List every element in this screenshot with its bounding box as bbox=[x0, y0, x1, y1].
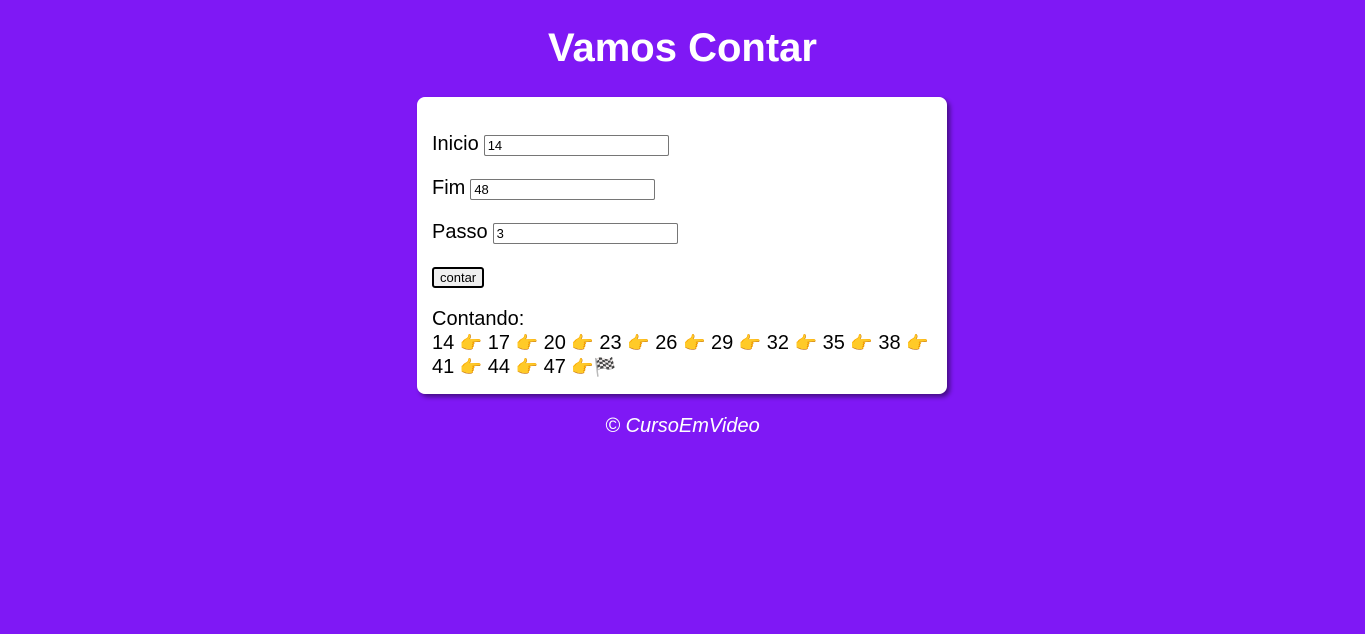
count-value: 29 bbox=[710, 332, 734, 354]
fim-label: Fim bbox=[432, 176, 466, 199]
fim-input[interactable] bbox=[470, 179, 656, 200]
finger-pointing-right-icon: 👉 bbox=[515, 333, 539, 353]
passo-label: Passo bbox=[432, 220, 488, 243]
count-sequence: 14 👉 17 👉 20 👉 23 👉 26 👉 29 👉 32 👉 35 👉 … bbox=[432, 331, 932, 379]
count-value: 26 bbox=[655, 332, 678, 354]
count-value: 14 bbox=[432, 332, 455, 354]
inicio-input[interactable] bbox=[483, 135, 669, 156]
count-value: 44 bbox=[487, 356, 511, 378]
counter-card: Inicio Fim Passo contar Contando: 14 👉 1… bbox=[417, 97, 947, 394]
finger-pointing-right-icon: 👉 bbox=[459, 333, 483, 353]
finger-pointing-right-icon: 👉 bbox=[906, 333, 929, 353]
result-output: Contando: 14 👉 17 👉 20 👉 23 👉 26 👉 29 👉 … bbox=[432, 307, 932, 379]
passo-row: Passo bbox=[432, 219, 678, 244]
count-value: 17 bbox=[487, 332, 511, 354]
fim-row: Fim bbox=[432, 175, 656, 200]
count-value: 47 bbox=[543, 356, 566, 378]
finger-pointing-right-icon: 👉 bbox=[459, 357, 483, 377]
finger-pointing-right-icon: 👉 bbox=[571, 333, 594, 353]
finger-pointing-right-icon: 👉 bbox=[683, 333, 706, 353]
passo-input[interactable] bbox=[492, 223, 678, 244]
finger-pointing-right-icon: 👉 bbox=[515, 357, 539, 377]
finger-pointing-right-icon: 👉 bbox=[794, 333, 818, 353]
count-value: 38 bbox=[878, 332, 901, 354]
inicio-row: Inicio bbox=[432, 131, 669, 156]
count-value: 35 bbox=[822, 332, 845, 354]
count-value: 20 bbox=[543, 332, 566, 354]
finger-pointing-right-icon: 👉 bbox=[571, 357, 594, 377]
footer-copyright: © CursoEmVideo bbox=[605, 415, 760, 437]
finger-pointing-right-icon: 👉 bbox=[850, 333, 873, 353]
count-value: 32 bbox=[766, 332, 790, 354]
finger-pointing-right-icon: 👉 bbox=[738, 333, 762, 353]
page-title: Vamos Contar bbox=[548, 26, 817, 70]
checkered-flag-icon: 🏁 bbox=[593, 357, 617, 377]
result-heading: Contando: bbox=[432, 308, 525, 330]
count-value: 41 bbox=[432, 356, 455, 378]
count-value: 23 bbox=[599, 332, 622, 354]
finger-pointing-right-icon: 👉 bbox=[627, 333, 650, 353]
inicio-label: Inicio bbox=[432, 132, 479, 155]
contar-button[interactable]: contar bbox=[432, 267, 485, 288]
